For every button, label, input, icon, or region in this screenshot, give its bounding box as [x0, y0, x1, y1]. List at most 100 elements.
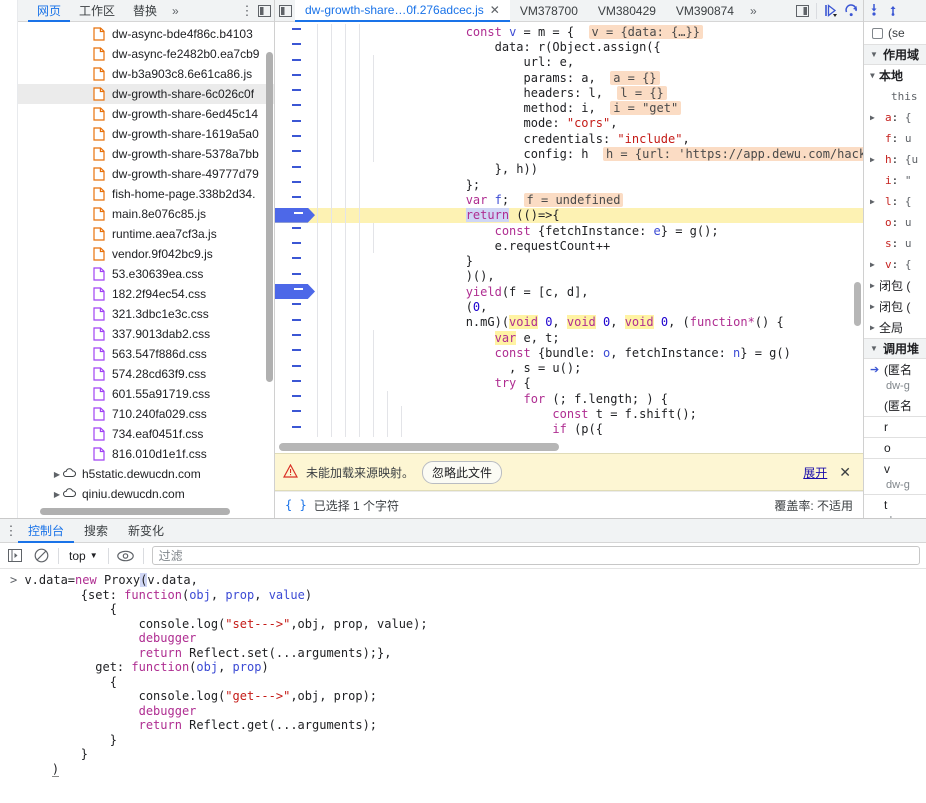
file-tree-item[interactable]: dw-growth-share-6c026c0f: [18, 84, 274, 104]
expand-warning-link[interactable]: 展开: [803, 464, 827, 481]
call-stack-frame[interactable]: (匿名: [864, 395, 926, 416]
scope-row[interactable]: s: u: [864, 233, 926, 254]
expand-arrow-icon[interactable]: ▶: [52, 490, 62, 499]
call-stack-frame[interactable]: v: [864, 458, 926, 479]
gutter[interactable]: [275, 253, 317, 268]
gutter[interactable]: [275, 376, 317, 391]
pause-on-exceptions-row[interactable]: (se: [864, 22, 926, 44]
gutter[interactable]: [275, 269, 317, 284]
code-line[interactable]: const {fetchInstance: e} = g();: [275, 222, 863, 239]
file-tree-item[interactable]: main.8e076c85.js: [18, 204, 274, 224]
code-line[interactable]: mode: "cors",: [275, 115, 863, 132]
scope-row[interactable]: ▶ h: {u: [864, 149, 926, 170]
call-stack-frame[interactable]: t: [864, 494, 926, 515]
gutter[interactable]: [275, 162, 317, 177]
file-tree-item[interactable]: dw-async-bde4f86c.b4103: [18, 24, 274, 44]
gutter[interactable]: [275, 299, 317, 314]
domain-tree-item[interactable]: ▶ h5static.dewucdn.com: [18, 464, 274, 484]
disclosure-triangle-icon[interactable]: ▶: [870, 260, 879, 269]
code-line[interactable]: params: a, a = {}: [275, 69, 863, 86]
code-line[interactable]: credentials: "include",: [275, 131, 863, 147]
drawer-more-options-icon[interactable]: ⋮: [4, 524, 18, 537]
gutter[interactable]: [275, 406, 317, 421]
gutter[interactable]: [275, 284, 317, 300]
close-tab-icon[interactable]: ✕: [490, 0, 500, 21]
scope-row[interactable]: i: ": [864, 170, 926, 191]
editor-tab-0[interactable]: dw-growth-share…0f.276adcec.js ✕: [295, 0, 510, 22]
disclosure-triangle-icon[interactable]: ▶: [870, 197, 879, 206]
disclosure-triangle-icon[interactable]: ▶: [870, 302, 879, 311]
editor-tab-3[interactable]: VM390874: [666, 0, 744, 22]
code-line[interactable]: }: [275, 253, 863, 269]
gutter[interactable]: [275, 116, 317, 131]
navigator-tabs-more[interactable]: »: [166, 4, 185, 18]
gutter[interactable]: [275, 192, 317, 207]
code-line[interactable]: method: i, i = "get": [275, 100, 863, 116]
file-tree-item[interactable]: dw-growth-share-5378a7bb: [18, 144, 274, 164]
file-tree-item[interactable]: 321.3dbc1e3c.css: [18, 304, 274, 324]
file-tree-item[interactable]: 816.010d1e1f.css: [18, 444, 274, 464]
file-tree-item[interactable]: 601.55a91719.css: [18, 384, 274, 404]
step-into-icon[interactable]: [867, 3, 881, 19]
code-line[interactable]: try {: [275, 375, 863, 392]
pause-on-exceptions-checkbox[interactable]: [872, 27, 883, 39]
scope-row[interactable]: ▼ 本地: [864, 65, 926, 86]
disclosure-triangle-icon[interactable]: ▼: [870, 71, 879, 80]
file-tree-item[interactable]: 710.240fa029.css: [18, 404, 274, 424]
code-line[interactable]: n.mG)(void 0, void 0, void 0, (function*…: [275, 314, 863, 330]
navigator-more-options-icon[interactable]: ⋮: [240, 4, 254, 17]
disclosure-triangle-icon[interactable]: ▶: [870, 113, 879, 122]
scope-row[interactable]: ▶ 闭包 (: [864, 275, 926, 296]
call-stack-frame[interactable]: o: [864, 437, 926, 458]
resume-script-icon[interactable]: [821, 4, 841, 17]
code-line[interactable]: var e, t;: [275, 329, 863, 346]
scope-row[interactable]: this: [864, 86, 926, 107]
console-filter-input[interactable]: 过滤: [151, 546, 920, 565]
gutter[interactable]: [275, 39, 317, 54]
scope-row[interactable]: ▶ a: {: [864, 107, 926, 128]
domain-tree-item[interactable]: ▶ qiniu.dewucdn.com: [18, 484, 274, 504]
call-stack-frame[interactable]: ➔ (匿名: [864, 359, 926, 380]
file-tree-item[interactable]: 53.e30639ea.css: [18, 264, 274, 284]
file-tree-item[interactable]: 182.2f94ec54.css: [18, 284, 274, 304]
file-tree-item[interactable]: runtime.aea7cf3a.js: [18, 224, 274, 244]
code-line[interactable]: )(),: [275, 268, 863, 285]
file-tree-item[interactable]: dw-growth-share-6ed45c14: [18, 104, 274, 124]
code-line[interactable]: const v = m = { v = {data: {…}}: [275, 24, 863, 40]
scope-section-header[interactable]: ▼ 作用域: [864, 44, 926, 65]
code-line[interactable]: url: e,: [275, 54, 863, 70]
scope-row[interactable]: f: u: [864, 128, 926, 149]
step-out-icon[interactable]: [886, 3, 900, 19]
scope-row[interactable]: ▶ v: {: [864, 254, 926, 275]
file-tree-item[interactable]: vendor.9f042bc9.js: [18, 244, 274, 264]
scope-row[interactable]: ▶ 闭包 (: [864, 296, 926, 317]
scope-row[interactable]: o: u: [864, 212, 926, 233]
clear-console-icon[interactable]: [32, 547, 50, 565]
editor-tab-2[interactable]: VM380429: [588, 0, 666, 22]
editor-horizontal-scrollbar[interactable]: [279, 443, 559, 451]
show-navigator-icon[interactable]: [275, 4, 295, 17]
call-stack-frame[interactable]: r: [864, 416, 926, 437]
code-line[interactable]: , s = u();: [275, 360, 863, 376]
close-warning-icon[interactable]: ✕: [835, 464, 855, 481]
gutter[interactable]: [275, 361, 317, 376]
disclosure-triangle-icon[interactable]: ▶: [870, 323, 879, 332]
code-line[interactable]: for (; f.length; ) {: [275, 391, 863, 407]
gutter[interactable]: [275, 131, 317, 146]
gutter[interactable]: [275, 70, 317, 85]
file-tree-item[interactable]: dw-growth-share-49777d79: [18, 164, 274, 184]
gutter[interactable]: [275, 146, 317, 161]
show-debugger-sidebar-icon[interactable]: [792, 4, 812, 17]
call-stack-section-header[interactable]: ▼ 调用堆: [864, 338, 926, 359]
gutter[interactable]: [275, 223, 317, 238]
collapse-navigator-icon[interactable]: [254, 4, 274, 17]
file-tree-item[interactable]: 563.547f886d.css: [18, 344, 274, 364]
code-line[interactable]: if (p({: [275, 421, 863, 438]
ignore-file-button[interactable]: 忽略此文件: [422, 460, 503, 484]
gutter[interactable]: [275, 422, 317, 437]
gutter[interactable]: [275, 207, 317, 223]
drawer-tab-2[interactable]: 新变化: [118, 519, 174, 543]
navigator-tab-1[interactable]: 工作区: [70, 0, 124, 22]
scope-row[interactable]: ▶ 全局: [864, 317, 926, 338]
navigator-tab-0[interactable]: 网页: [28, 0, 71, 22]
